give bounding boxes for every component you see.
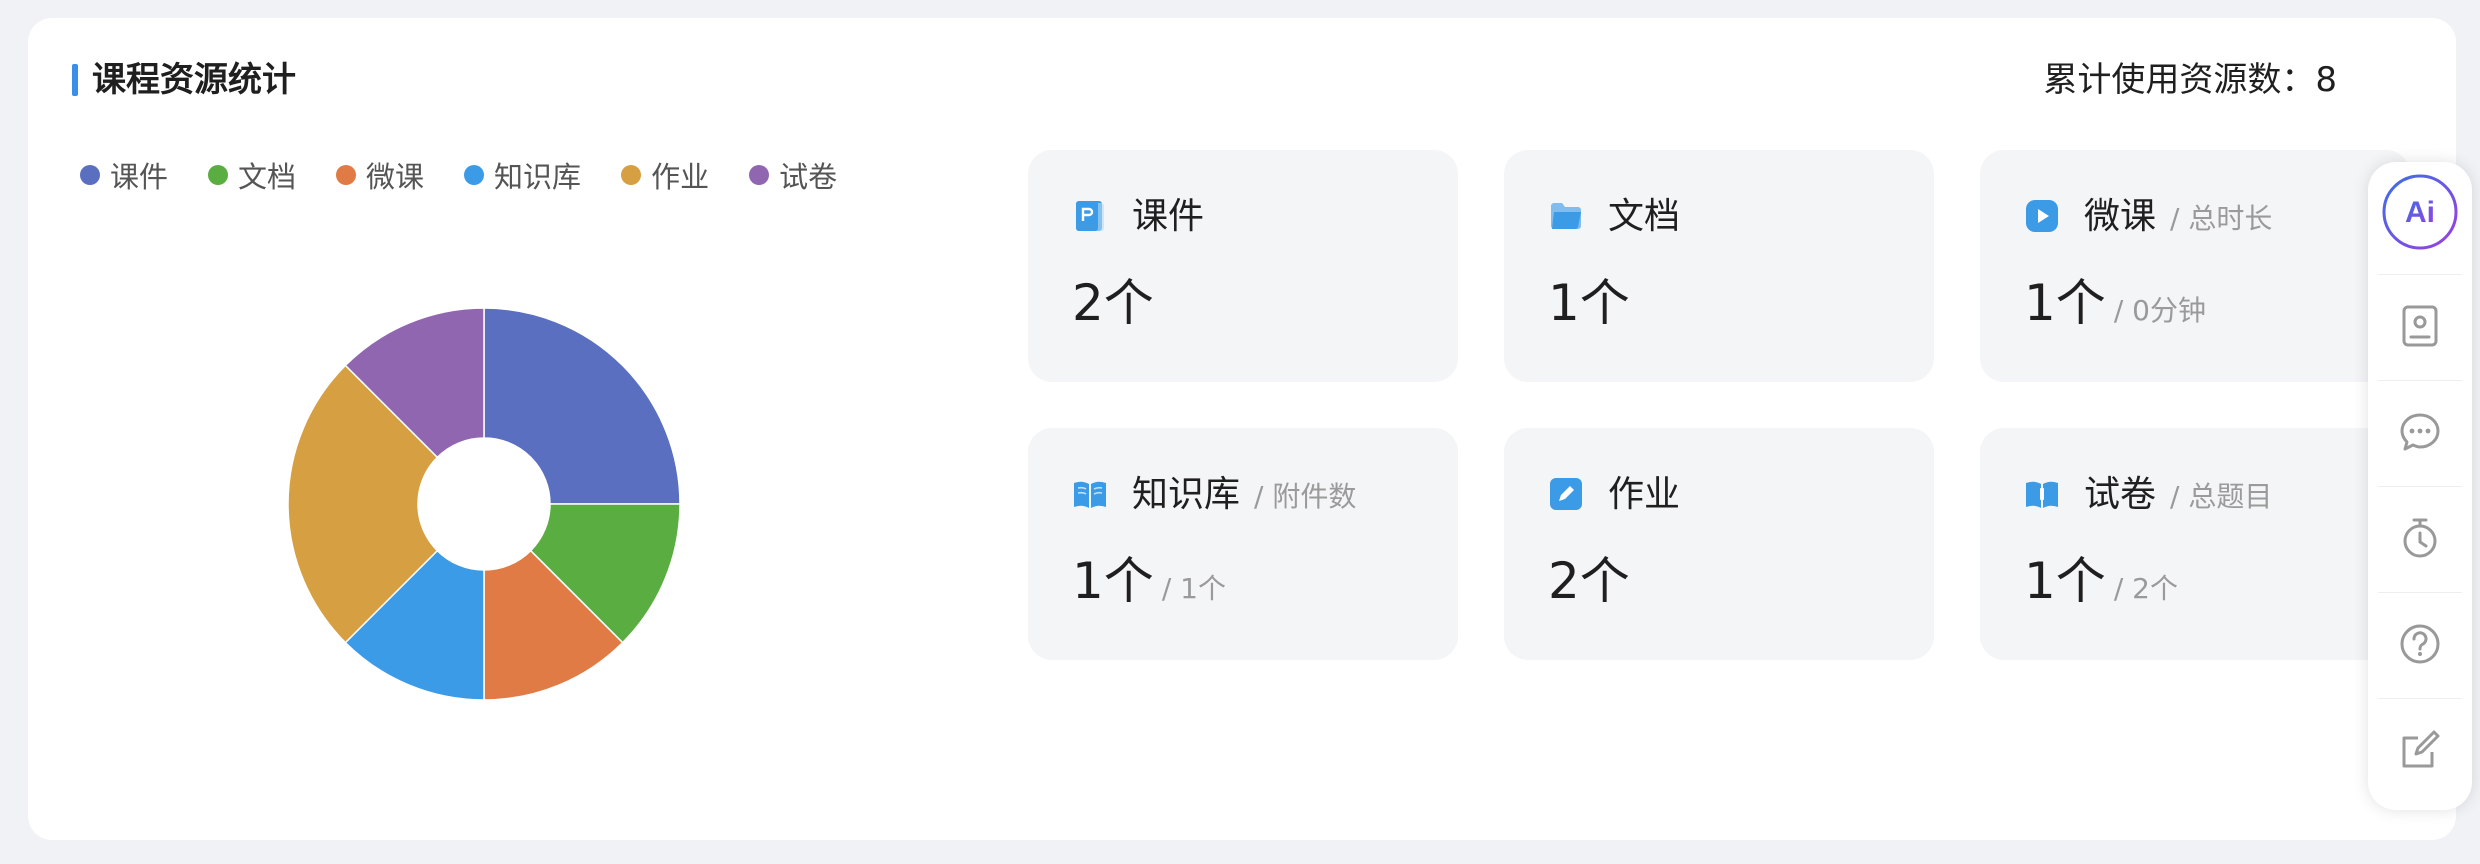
book-icon [1074, 481, 1106, 508]
legend-label: 文档 [238, 160, 297, 194]
legend-item-courseware[interactable]: 课件 [80, 154, 168, 196]
card-count-sub: / 0分钟 [2113, 294, 2206, 327]
card-subtitle: / 总题目 [2170, 480, 2273, 513]
total-resources-count: 累计使用资源数：8 [2043, 60, 2337, 100]
card-subtitle: / 总时长 [2170, 202, 2273, 235]
card-title: 知识库 / 附件数 [1132, 474, 1357, 515]
ai-icon: Ai [2382, 174, 2458, 250]
card-count-sub: / 1个 [1161, 572, 1226, 605]
legend-item-document[interactable]: 文档 [208, 154, 296, 196]
legend-label: 作业 [651, 160, 710, 194]
card-microlesson[interactable]: 微课 / 总时长 1个/ 0分钟 [1980, 150, 2410, 382]
card-count: 2个 [1072, 274, 1154, 332]
card-document[interactable]: 文档 1个 [1504, 150, 1934, 382]
card-courseware[interactable]: 课件 2个 [1028, 150, 1458, 382]
legend-dot [621, 165, 642, 185]
legend-dot [336, 165, 357, 185]
edit-icon [1550, 478, 1582, 510]
card-title: 课件 [1132, 196, 1205, 237]
legend-item-knowledge-base[interactable]: 知识库 [464, 154, 581, 196]
chart-legend: 课件 文档 微课 知识库 作业 试卷 [80, 155, 877, 195]
page-title: 课程资源统计 [92, 60, 296, 100]
ai-label: Ai [2405, 196, 2435, 229]
card-count: 1个/ 1个 [1072, 552, 1226, 610]
card-title: 微课 / 总时长 [2084, 196, 2273, 237]
divider [2378, 380, 2462, 381]
divider [2378, 698, 2462, 699]
play-icon [2026, 200, 2058, 232]
floating-toolbar: Ai [2368, 162, 2472, 810]
card-count: 2个 [1548, 552, 1630, 610]
timer-button[interactable] [2380, 498, 2460, 578]
edit-note-button[interactable] [2380, 710, 2460, 790]
help-icon [2400, 624, 2440, 664]
legend-dot [464, 165, 485, 185]
donut-slice-0[interactable] [483, 307, 681, 505]
card-knowledge-base[interactable]: 知识库 / 附件数 1个/ 1个 [1028, 428, 1458, 660]
legend-label: 知识库 [494, 160, 582, 194]
legend-label: 试卷 [779, 160, 838, 194]
ai-assistant-button[interactable]: Ai [2380, 172, 2460, 252]
legend-item-homework[interactable]: 作业 [621, 154, 709, 196]
divider [2378, 486, 2462, 487]
legend-dot [208, 165, 229, 185]
card-title: 文档 [1608, 196, 1681, 237]
exam-icon [2026, 481, 2058, 508]
edit-note-icon [2402, 730, 2440, 768]
card-title: 试卷 / 总题目 [2084, 474, 2273, 515]
legend-item-exam[interactable]: 试卷 [749, 154, 837, 196]
card-homework[interactable]: 作业 2个 [1504, 428, 1934, 660]
card-title: 作业 [1608, 474, 1681, 515]
card-exam[interactable]: 试卷 / 总题目 1个/ 2个 [1980, 428, 2410, 660]
contact-card-icon [2402, 305, 2438, 347]
help-button[interactable] [2380, 604, 2460, 684]
legend-dot [80, 165, 100, 185]
divider [2378, 274, 2462, 275]
chat-icon [2400, 413, 2440, 451]
legend-label: 课件 [110, 160, 169, 194]
timer-icon [2403, 518, 2437, 558]
card-subtitle: / 附件数 [1254, 480, 1357, 513]
card-count: 1个 [1548, 274, 1630, 332]
chat-button[interactable] [2380, 392, 2460, 472]
contact-card-button[interactable] [2380, 286, 2460, 366]
folder-icon [1551, 203, 1581, 230]
legend-dot [749, 165, 770, 185]
card-count-sub: / 2个 [2113, 572, 2178, 605]
legend-label: 微课 [366, 160, 425, 194]
legend-item-microlesson[interactable]: 微课 [336, 154, 424, 196]
title-accent-bar [72, 64, 78, 96]
courseware-icon [1076, 201, 1104, 231]
resource-donut-chart [287, 307, 681, 701]
card-count: 1个/ 0分钟 [2024, 274, 2206, 332]
card-count: 1个/ 2个 [2024, 552, 2178, 610]
divider [2378, 592, 2462, 593]
